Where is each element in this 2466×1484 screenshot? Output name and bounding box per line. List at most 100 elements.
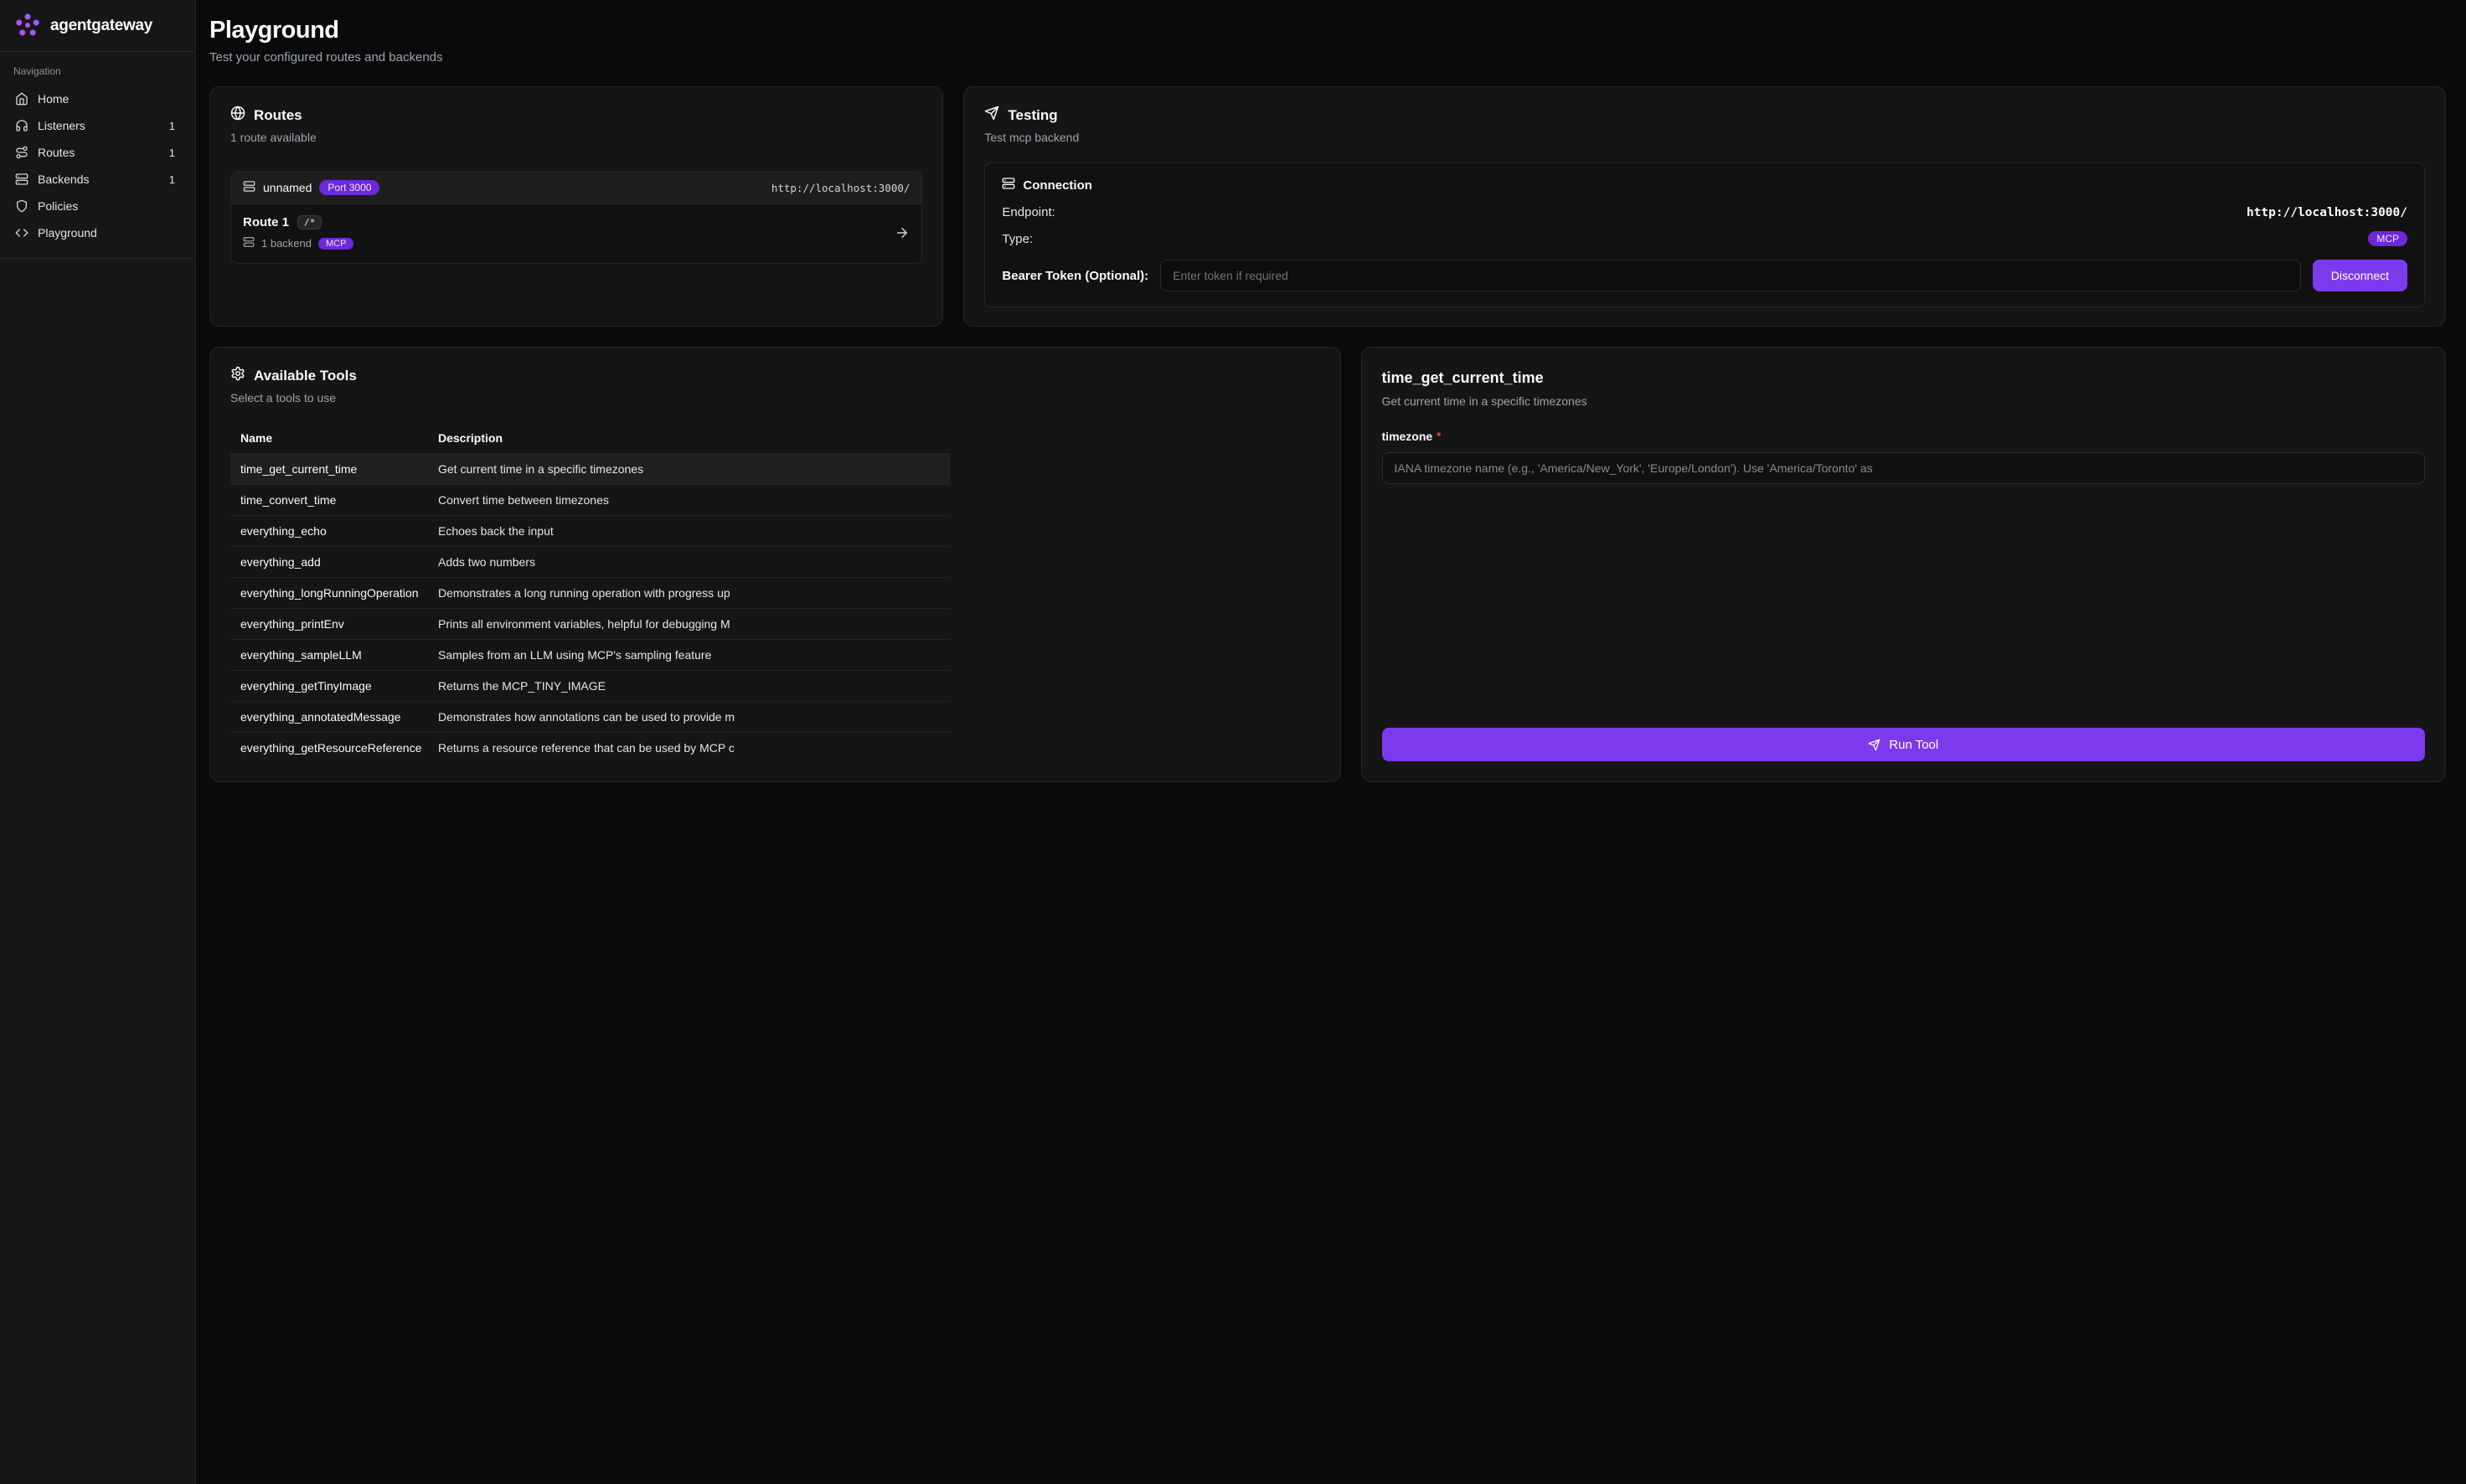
listener-name: unnamed: [263, 181, 312, 194]
tool-description-cell: Demonstrates how annotations can be used…: [428, 702, 951, 733]
tool-description-cell: Echoes back the input: [428, 516, 951, 547]
server-icon: [1002, 177, 1015, 193]
nav-section-label: Navigation: [0, 52, 195, 85]
timezone-input[interactable]: [1382, 452, 2425, 484]
server-icon: [15, 173, 28, 186]
page-title: Playground: [209, 17, 2446, 44]
count-badge: 1: [169, 120, 180, 132]
available-tools-title: Available Tools: [254, 368, 357, 384]
brand[interactable]: agentgateway: [0, 0, 195, 52]
available-tools-card: Available Tools Select a tools to use Na…: [209, 347, 1341, 782]
count-badge: 1: [169, 147, 180, 159]
sidebar-item-label: Routes: [38, 146, 160, 159]
required-asterisk: *: [1437, 430, 1441, 442]
routes-card-title: Routes: [254, 107, 302, 124]
tool-detail-title: time_get_current_time: [1382, 369, 2425, 387]
bearer-token-input[interactable]: [1160, 260, 2301, 291]
route-item[interactable]: Route 1 /* 1 backend MCP: [231, 204, 921, 263]
run-tool-button[interactable]: Run Tool: [1382, 728, 2425, 761]
sidebar-item-listeners[interactable]: Listeners 1: [7, 112, 188, 139]
sidebar: agentgateway Navigation Home Listeners 1…: [0, 0, 196, 1484]
tool-description-cell: Prints all environment variables, helpfu…: [428, 609, 951, 640]
tool-name-cell: everything_annotatedMessage: [230, 702, 428, 733]
tool-name-cell: everything_sampleLLM: [230, 640, 428, 671]
tool-row-everything-annotatedmessage[interactable]: everything_annotatedMessage Demonstrates…: [230, 702, 951, 733]
arrow-right-icon: [895, 225, 910, 240]
tool-row-everything-echo[interactable]: everything_echo Echoes back the input: [230, 516, 951, 547]
testing-card-subtitle: Test mcp backend: [984, 131, 2425, 144]
sidebar-item-playground[interactable]: Playground: [7, 219, 188, 246]
route-type-badge: MCP: [318, 238, 353, 250]
bearer-token-label: Bearer Token (Optional):: [1002, 269, 1148, 283]
page-subtitle: Test your configured routes and backends: [209, 50, 2446, 64]
mcp-type-badge: MCP: [2368, 231, 2407, 246]
tool-row-everything-add[interactable]: everything_add Adds two numbers: [230, 547, 951, 578]
testing-card-title: Testing: [1008, 107, 1057, 124]
tool-name-cell: everything_printEnv: [230, 609, 428, 640]
run-tool-label: Run Tool: [1889, 738, 1938, 752]
endpoint-label: Endpoint:: [1002, 205, 1055, 219]
server-icon: [243, 180, 255, 195]
tool-description-cell: Returns the MCP_TINY_IMAGE: [428, 671, 951, 702]
tool-name-cell: everything_add: [230, 547, 428, 578]
routes-card-subtitle: 1 route available: [230, 131, 922, 144]
sidebar-item-backends[interactable]: Backends 1: [7, 166, 188, 193]
brand-name: agentgateway: [50, 17, 152, 35]
agentgateway-logo-icon: [13, 12, 42, 40]
port-badge: Port 3000: [319, 180, 379, 195]
tool-description-cell: Adds two numbers: [428, 547, 951, 578]
globe-icon: [230, 106, 245, 125]
type-label: Type:: [1002, 232, 1033, 246]
tool-detail-card: time_get_current_time Get current time i…: [1361, 347, 2446, 782]
tool-description-cell: Demonstrates a long running operation wi…: [428, 578, 951, 609]
shield-icon: [15, 199, 28, 213]
tool-row-time-convert-time[interactable]: time_convert_time Convert time between t…: [230, 485, 951, 516]
tool-description-cell: Get current time in a specific timezones: [428, 454, 951, 485]
tool-name-cell: time_get_current_time: [230, 454, 428, 485]
tool-row-time-get-current-time[interactable]: time_get_current_time Get current time i…: [230, 454, 951, 485]
gear-icon: [230, 366, 245, 385]
tools-table-container: Name Description time_get_current_time G…: [230, 425, 1320, 763]
listener-box: unnamed Port 3000 http://localhost:3000/…: [230, 171, 922, 264]
listener-url: http://localhost:3000/: [771, 182, 911, 194]
tool-row-everything-getresourcereference[interactable]: everything_getResourceReference Returns …: [230, 733, 951, 764]
send-icon: [1868, 739, 1880, 751]
headphones-icon: [15, 119, 28, 132]
testing-card: Testing Test mcp backend Connection Endp…: [963, 86, 2446, 327]
sidebar-item-label: Backends: [38, 173, 160, 186]
disconnect-button[interactable]: Disconnect: [2313, 260, 2407, 291]
sidebar-item-policies[interactable]: Policies: [7, 193, 188, 219]
sidebar-item-routes[interactable]: Routes 1: [7, 139, 188, 166]
sidebar-item-label: Policies: [38, 199, 180, 213]
tool-name-cell: everything_getResourceReference: [230, 733, 428, 764]
sidebar-nav: Home Listeners 1 Routes 1 Backends 1: [0, 85, 195, 259]
sidebar-item-home[interactable]: Home: [7, 85, 188, 112]
tool-name-cell: everything_echo: [230, 516, 428, 547]
listener-row: unnamed Port 3000 http://localhost:3000/: [231, 172, 921, 204]
tool-name-cell: everything_longRunningOperation: [230, 578, 428, 609]
tool-description-cell: Returns a resource reference that can be…: [428, 733, 951, 764]
tool-row-everything-samplellm[interactable]: everything_sampleLLM Samples from an LLM…: [230, 640, 951, 671]
main-content: Playground Test your configured routes a…: [196, 0, 2466, 1484]
route-icon: [15, 146, 28, 159]
route-name: Route 1: [243, 215, 289, 229]
tools-table: Name Description time_get_current_time G…: [230, 425, 951, 763]
send-icon: [984, 106, 999, 125]
tool-description-cell: Samples from an LLM using MCP's sampling…: [428, 640, 951, 671]
column-header-name: Name: [230, 425, 428, 454]
tool-row-everything-longrunningoperation[interactable]: everything_longRunningOperation Demonstr…: [230, 578, 951, 609]
code-icon: [15, 226, 28, 240]
tool-detail-subtitle: Get current time in a specific timezones: [1382, 394, 2425, 408]
available-tools-subtitle: Select a tools to use: [230, 391, 1320, 404]
tool-row-everything-printenv[interactable]: everything_printEnv Prints all environme…: [230, 609, 951, 640]
endpoint-value: http://localhost:3000/: [2247, 206, 2407, 219]
sidebar-item-label: Playground: [38, 226, 180, 240]
sidebar-item-label: Listeners: [38, 119, 160, 132]
timezone-field-label: timezone: [1382, 430, 1433, 443]
tool-name-cell: time_convert_time: [230, 485, 428, 516]
column-header-description: Description: [428, 425, 951, 454]
connection-panel: Connection Endpoint: http://localhost:30…: [984, 162, 2425, 307]
route-backend-count: 1 backend: [261, 237, 312, 250]
tool-row-everything-gettinyimage[interactable]: everything_getTinyImage Returns the MCP_…: [230, 671, 951, 702]
count-badge: 1: [169, 173, 180, 186]
